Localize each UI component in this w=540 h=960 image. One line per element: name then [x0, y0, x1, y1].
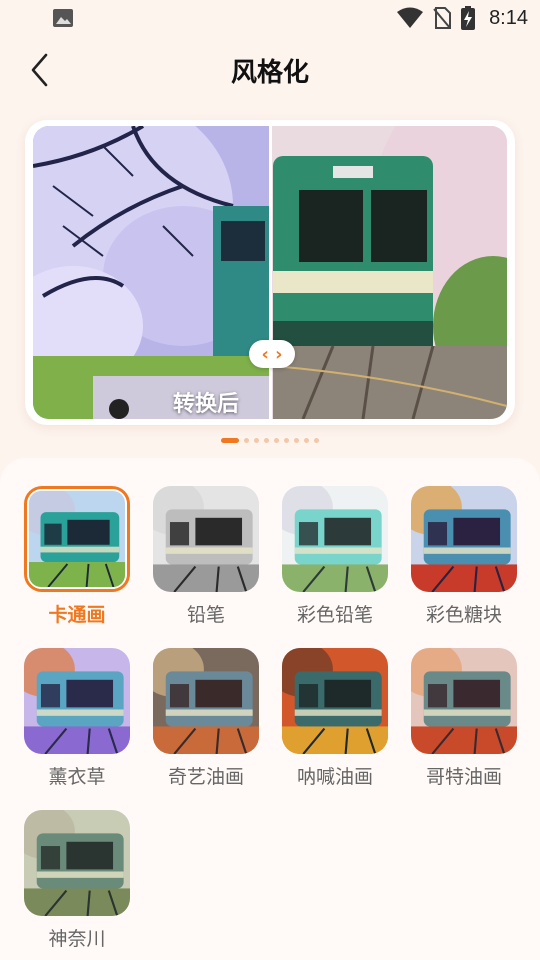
style-thumbnail [24, 486, 130, 592]
style-thumbnail [411, 486, 517, 592]
style-thumbnail [24, 648, 130, 754]
style-option[interactable]: 奇艺油画 [153, 648, 259, 798]
style-thumbnail [153, 486, 259, 592]
no-sim-icon [433, 7, 452, 29]
style-option[interactable]: 呐喊油画 [282, 648, 388, 798]
page-dot [274, 437, 279, 443]
page-dot [254, 437, 259, 443]
status-time: 8:14 [489, 6, 528, 29]
page-dot [314, 437, 319, 443]
style-label: 哥特油画 [425, 766, 502, 788]
page-dot [284, 437, 289, 443]
style-label: 铅笔 [186, 604, 225, 626]
style-label: 彩色铅笔 [296, 604, 373, 626]
page-indicator [0, 436, 540, 444]
page-dot [304, 437, 309, 443]
comparison-preview[interactable]: ‹ › 转换后 [33, 126, 507, 419]
style-option[interactable]: 铅笔 [153, 486, 259, 636]
page-dot [264, 437, 269, 443]
battery-charging-icon [461, 6, 476, 30]
style-thumbnail [411, 648, 517, 754]
style-label: 卡通画 [48, 604, 106, 626]
page-dot [294, 437, 299, 443]
page-title: 风格化 [230, 58, 309, 88]
style-label: 神奈川 [48, 928, 106, 950]
style-label: 彩色糖块 [425, 604, 502, 626]
comparison-divider [269, 126, 272, 419]
page-dot [244, 437, 249, 443]
swap-horizontal-icon: ‹ › [261, 343, 283, 365]
style-thumbnail [282, 486, 388, 592]
preview-card: ‹ › 转换后 [25, 120, 515, 425]
comparison-slider-handle[interactable]: ‹ › [249, 340, 295, 368]
style-option[interactable]: 彩色糖块 [411, 486, 517, 636]
style-thumbnail [282, 648, 388, 754]
style-option[interactable]: 薰衣草 [24, 648, 130, 798]
page-dot [221, 437, 239, 443]
style-thumbnail [153, 648, 259, 754]
style-label: 奇艺油画 [167, 766, 244, 788]
status-bar: 8:14 [0, 0, 540, 36]
wifi-icon [397, 7, 424, 28]
style-option[interactable]: 哥特油画 [411, 648, 517, 798]
style-label: 呐喊油画 [296, 766, 373, 788]
style-option[interactable]: 彩色铅笔 [282, 486, 388, 636]
style-option[interactable]: 神奈川 [24, 810, 130, 960]
header: 风格化 [0, 36, 540, 106]
style-thumbnail [24, 810, 130, 916]
styles-panel: 卡通画 铅笔 彩色铅笔 彩色糖块薰衣草 奇艺油画 呐喊油画 哥特油画神奈川 [0, 458, 540, 960]
image-icon [53, 9, 73, 27]
after-label: 转换后 [173, 392, 240, 417]
style-option[interactable]: 卡通画 [24, 486, 130, 636]
style-label: 薰衣草 [48, 766, 106, 788]
